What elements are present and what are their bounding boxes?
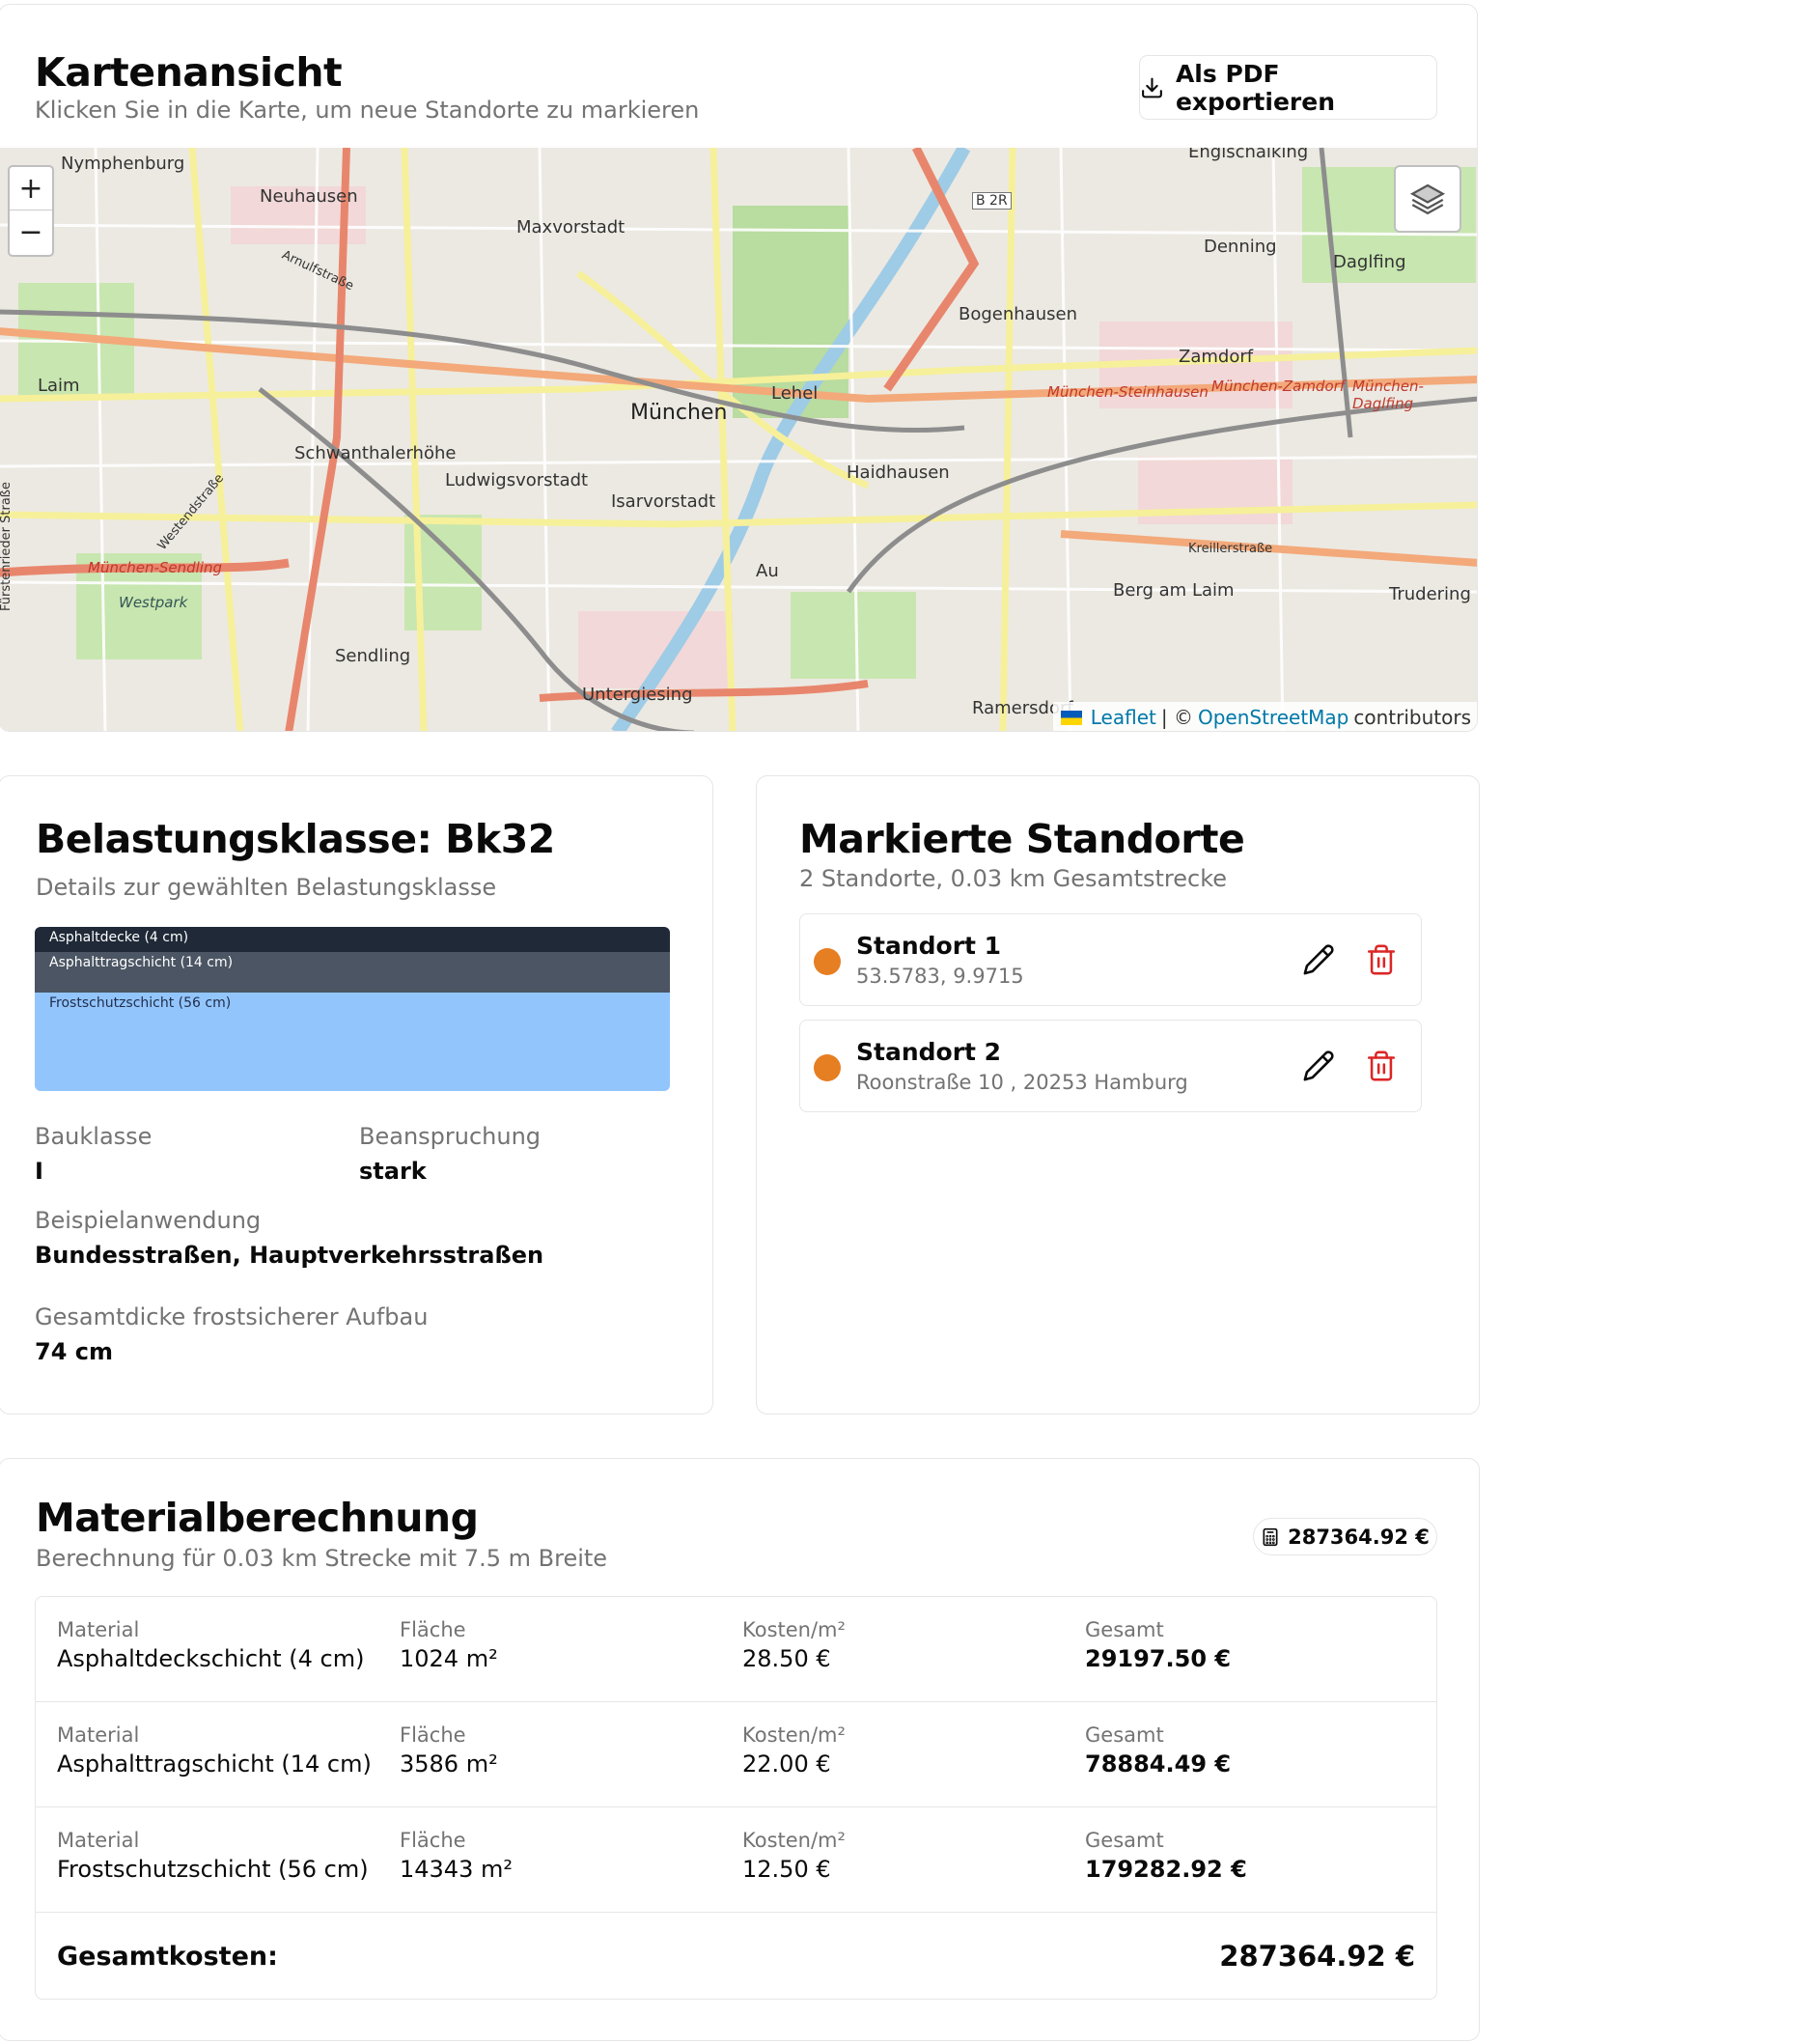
gesamt-header: Gesamt <box>1085 1618 1164 1641</box>
flaeche-value: 14343 m² <box>400 1856 513 1883</box>
material-header: Material <box>57 1829 140 1852</box>
calculator-icon <box>1263 1527 1278 1546</box>
gesamtdicke-value: 74 cm <box>35 1338 113 1365</box>
trash-icon[interactable] <box>1365 943 1398 976</box>
zoom-in-button[interactable]: + <box>10 167 52 210</box>
layer-frostschutzschicht: Frostschutzschicht (56 cm) <box>35 993 670 1091</box>
total-row: Gesamtkosten: 287364.92 € <box>36 1913 1436 2001</box>
beispiel-value: Bundesstraßen, Hauptverkehrsstraßen <box>35 1242 544 1269</box>
location-name: Standort 2 <box>856 1038 1002 1066</box>
trash-icon[interactable] <box>1365 1050 1398 1082</box>
zoom-control: + − <box>8 165 54 257</box>
kosten-value: 22.00 € <box>742 1750 831 1778</box>
kosten-value: 28.50 € <box>742 1645 831 1672</box>
edit-pencil-icon[interactable] <box>1302 1050 1335 1082</box>
flaeche-header: Fläche <box>400 1829 466 1852</box>
location-address: Roonstraße 10 , 20253 Hamburg <box>856 1071 1188 1094</box>
edit-pencil-icon[interactable] <box>1302 943 1335 976</box>
material-title: Materialberechnung <box>36 1495 479 1541</box>
location-item[interactable]: Standort 1 53.5783, 9.9715 <box>799 913 1422 1006</box>
gesamt-header: Gesamt <box>1085 1723 1164 1747</box>
table-row: Material Asphalttragschicht (14 cm) Fläch… <box>36 1702 1436 1807</box>
load-class-title: Belastungsklasse: Bk32 <box>36 816 555 862</box>
export-pdf-label: Als PDF exportieren <box>1175 59 1335 116</box>
table-row: Material Asphaltdeckschicht (4 cm) Fläche… <box>36 1597 1436 1702</box>
download-icon <box>1142 77 1162 98</box>
export-pdf-button[interactable]: Als PDF exportieren <box>1139 55 1437 120</box>
map-view[interactable]: Nymphenburg Neuhausen Maxvorstadt Englsc… <box>0 148 1477 731</box>
leaflet-link[interactable]: Leaflet <box>1091 706 1156 729</box>
layers-icon <box>1409 183 1446 215</box>
location-name: Standort 1 <box>856 932 1002 960</box>
total-cost-badge: 287364.92 € <box>1253 1518 1437 1555</box>
location-item[interactable]: Standort 2 Roonstraße 10 , 20253 Hamburg <box>799 1020 1422 1112</box>
attribution-separator: | © <box>1160 706 1193 729</box>
material-subtitle: Berechnung für 0.03 km Strecke mit 7.5 m… <box>36 1545 608 1572</box>
material-value: Frostschutzschicht (56 cm) <box>57 1856 369 1883</box>
kosten-header: Kosten/m² <box>742 1829 846 1852</box>
map-card: Kartenansicht Klicken Sie in die Karte, … <box>0 4 1478 732</box>
map-card-title: Kartenansicht <box>35 49 343 96</box>
layer-structure-diagram: Asphaltdecke (4 cm) Asphalttragschicht (… <box>35 927 670 1091</box>
gesamt-value: 29197.50 € <box>1085 1645 1232 1672</box>
attribution-suffix: contributors <box>1353 706 1471 729</box>
kosten-header: Kosten/m² <box>742 1723 846 1747</box>
gesamt-value: 179282.92 € <box>1085 1856 1247 1883</box>
material-value: Asphaltdeckschicht (4 cm) <box>57 1645 365 1672</box>
load-class-subtitle: Details zur gewählten Belastungsklasse <box>36 874 497 901</box>
beanspruchung-label: Beanspruchung <box>359 1123 542 1150</box>
bauklasse-value: I <box>35 1158 43 1185</box>
table-row: Material Frostschutzschicht (56 cm) Fläch… <box>36 1807 1436 1913</box>
kosten-header: Kosten/m² <box>742 1618 846 1641</box>
beispiel-label: Beispielanwendung <box>35 1207 262 1234</box>
map-tiles <box>0 148 1477 731</box>
layers-button[interactable] <box>1394 165 1461 233</box>
gesamt-header: Gesamt <box>1085 1829 1164 1852</box>
zoom-out-button[interactable]: − <box>10 210 52 254</box>
kosten-value: 12.50 € <box>742 1856 831 1883</box>
map-attribution: Leaflet | © OpenStreetMap contributors <box>1052 702 1477 731</box>
material-header: Material <box>57 1618 140 1641</box>
layer-asphaltdecke: Asphaltdecke (4 cm) <box>35 927 670 952</box>
flaeche-header: Fläche <box>400 1618 466 1641</box>
location-address: 53.5783, 9.9715 <box>856 965 1024 988</box>
locations-title: Markierte Standorte <box>799 816 1245 862</box>
flaeche-header: Fläche <box>400 1723 466 1747</box>
flaeche-value: 1024 m² <box>400 1645 498 1672</box>
beanspruchung-value: stark <box>359 1158 427 1185</box>
material-table: Material Asphaltdeckschicht (4 cm) Fläche… <box>35 1596 1437 2000</box>
total-cost-value: 287364.92 € <box>1219 1940 1415 1973</box>
location-marker-icon <box>814 948 841 975</box>
material-value: Asphalttragschicht (14 cm) <box>57 1750 372 1778</box>
flaeche-value: 3586 m² <box>400 1750 498 1778</box>
bauklasse-label: Bauklasse <box>35 1123 153 1150</box>
gesamt-value: 78884.49 € <box>1085 1750 1232 1778</box>
openstreetmap-link[interactable]: OpenStreetMap <box>1198 706 1348 729</box>
layer-asphalttragschicht: Asphalttragschicht (14 cm) <box>35 952 670 993</box>
locations-subtitle: 2 Standorte, 0.03 km Gesamtstrecke <box>799 865 1228 892</box>
total-cost-badge-value: 287364.92 € <box>1288 1525 1430 1549</box>
material-header: Material <box>57 1723 140 1747</box>
location-marker-icon <box>814 1054 841 1081</box>
total-cost-label: Gesamtkosten: <box>57 1942 278 1972</box>
map-card-subtitle: Klicken Sie in die Karte, um neue Stando… <box>35 97 700 124</box>
gesamtdicke-label: Gesamtdicke frostsicherer Aufbau <box>35 1303 429 1330</box>
ukraine-flag-icon <box>1060 710 1082 725</box>
